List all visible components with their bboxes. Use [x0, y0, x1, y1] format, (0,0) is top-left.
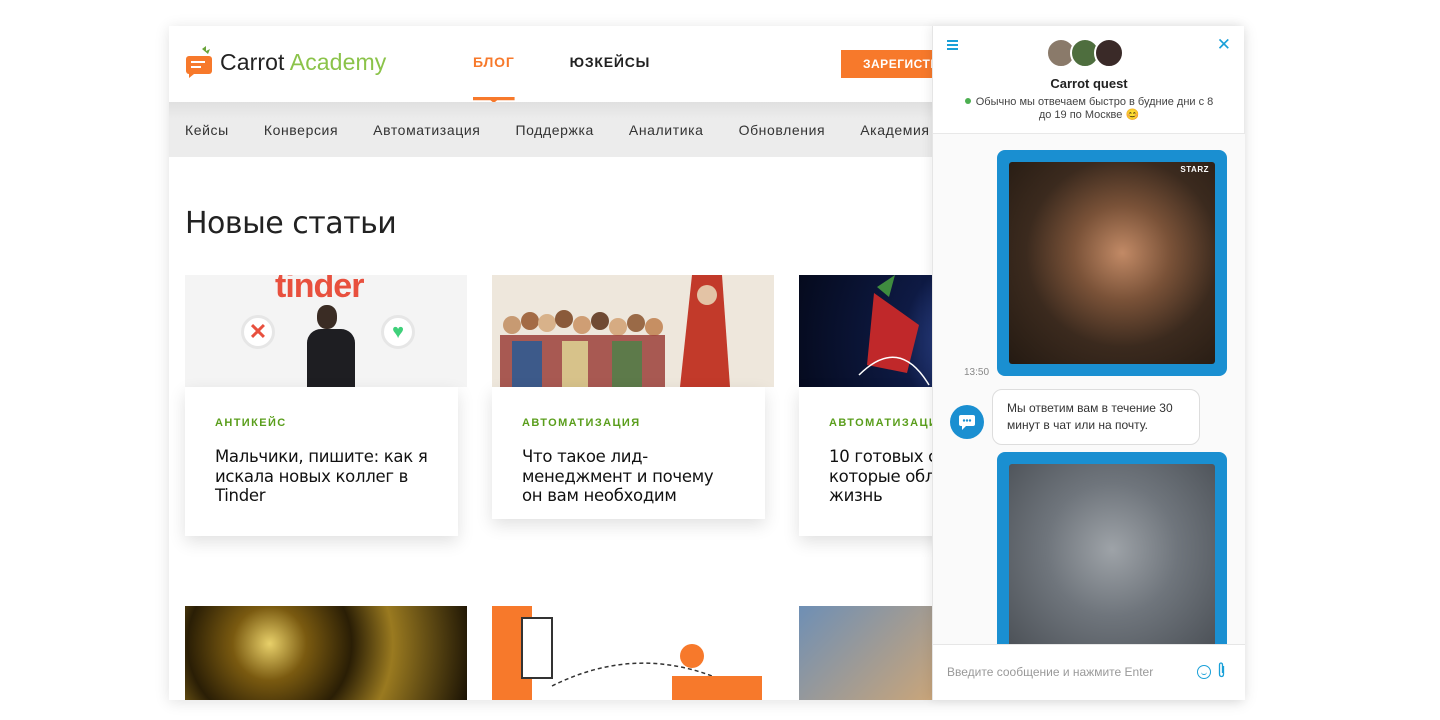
article-image [492, 275, 774, 387]
chat-messages[interactable]: STARZ 13:50 Мы ответим вам в течение 30 … [933, 134, 1245, 644]
carrot-logo-icon [185, 46, 215, 78]
online-dot-icon [964, 98, 971, 104]
emoji-icon[interactable] [1197, 665, 1211, 679]
person-figure [303, 305, 361, 387]
article-card-body: АВТОМАТИЗАЦИЯ Что такое лид-менеджмент и… [492, 387, 765, 519]
message-input[interactable] [947, 661, 1187, 683]
chat-status-text: Обычно мы отвечаем быстро в будние дни с… [963, 96, 1215, 122]
chat-title: Carrot quest [1050, 76, 1128, 91]
operator-avatars [1046, 38, 1124, 68]
menu-icon[interactable] [947, 40, 958, 50]
chat-header: ✕ Carrot quest Обычно мы отвечаем быстро… [933, 26, 1245, 134]
image-message[interactable]: STARZ [997, 150, 1227, 376]
category-academy[interactable]: Академия [860, 122, 929, 138]
article-title[interactable]: Что такое лид-менеджмент и почему он вам… [522, 447, 735, 506]
article-title[interactable]: Мальчики, пишите: как я искала новых кол… [215, 447, 428, 506]
article-image: tinder ✕ ♥ [185, 275, 467, 387]
like-heart-icon: ♥ [381, 315, 415, 349]
attach-icon[interactable] [1217, 662, 1226, 678]
message-image [1009, 464, 1215, 644]
article-card[interactable]: АВТОМАТИЗАЦИЯ Что такое лид-менеджмент и… [492, 275, 774, 519]
close-icon[interactable]: ✕ [1217, 36, 1231, 53]
chat-widget: ✕ Carrot quest Обычно мы отвечаем быстро… [932, 26, 1245, 700]
category-conversion[interactable]: Конверсия [264, 122, 338, 138]
tinder-logo-text: tinder [275, 275, 364, 305]
article-tag[interactable]: АВТОМАТИЗАЦИЯ [522, 417, 735, 429]
nav-usecases[interactable]: ЮЗКЕЙСЫ [570, 54, 651, 102]
category-updates[interactable]: Обновления [739, 122, 826, 138]
avatar [1094, 38, 1124, 68]
article-image-glitter[interactable] [185, 606, 467, 700]
category-analytics[interactable]: Аналитика [629, 122, 704, 138]
category-support[interactable]: Поддержка [515, 122, 593, 138]
section-title: Новые статьи [185, 206, 397, 241]
nav-blog[interactable]: БЛОГ [473, 54, 515, 102]
text-message: Мы ответим вам в течение 30 минут в чат … [992, 389, 1200, 445]
logo-text-carrot: Carrot [220, 48, 285, 75]
image-message[interactable] [997, 452, 1227, 644]
category-cases[interactable]: Кейсы [185, 122, 229, 138]
message-composer [933, 644, 1245, 700]
category-automation[interactable]: Автоматизация [373, 122, 480, 138]
logo[interactable]: Carrot Academy [185, 46, 386, 78]
article-card[interactable]: tinder ✕ ♥ АНТИКЕЙС Мальчики, пишите: ка… [185, 275, 467, 536]
logo-text-academy: Academy [289, 48, 387, 75]
article-image-illustration[interactable] [492, 606, 774, 700]
article-card-body: АНТИКЕЙС Мальчики, пишите: как я искала … [185, 387, 458, 536]
starz-badge: STARZ [1180, 165, 1209, 174]
message-time: 13:50 [964, 367, 990, 378]
main-nav: БЛОГ ЮЗКЕЙСЫ [473, 54, 650, 102]
bot-chat-icon [950, 405, 984, 439]
dislike-icon: ✕ [241, 315, 275, 349]
article-tag[interactable]: АНТИКЕЙС [215, 417, 428, 429]
message-image: STARZ [1009, 162, 1215, 364]
